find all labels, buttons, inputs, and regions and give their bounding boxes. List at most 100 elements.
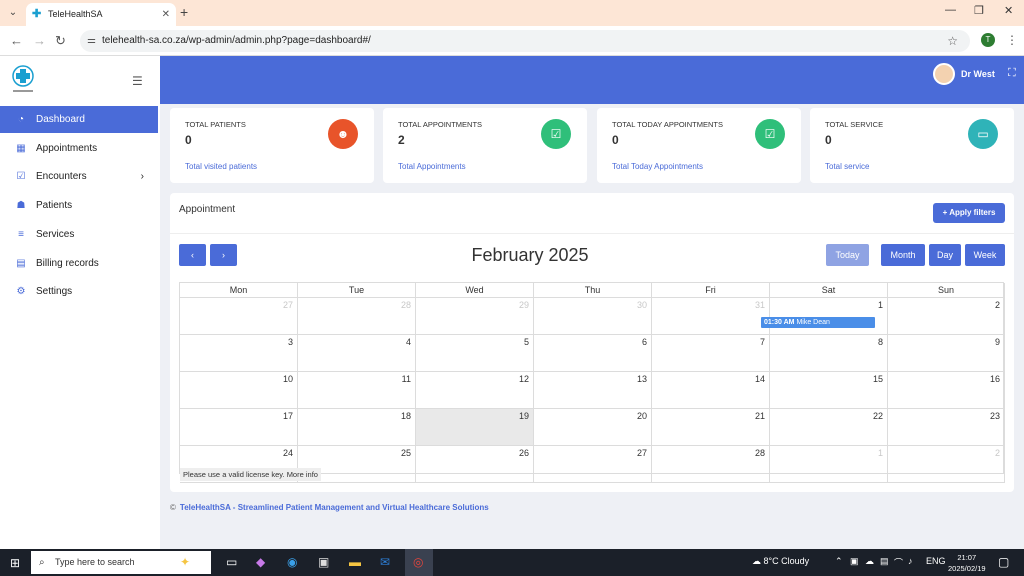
calendar-day-cell[interactable]: 19	[416, 409, 534, 446]
sidebar-item-dashboard[interactable]: ◔ Dashboard	[0, 106, 158, 133]
user-avatar[interactable]	[933, 63, 955, 85]
weekday-header: Fri	[652, 283, 770, 298]
calendar-day-cell[interactable]: 10	[180, 372, 298, 409]
calendar-day-cell[interactable]: 5	[416, 335, 534, 372]
close-window-icon[interactable]: ✕	[1004, 4, 1013, 17]
event-time: 01:30 AM	[764, 319, 795, 326]
view-day-button[interactable]: Day	[929, 244, 961, 266]
calendar-day-cell[interactable]: 12	[416, 372, 534, 409]
calendar-day-cell[interactable]: 9	[888, 335, 1005, 372]
calendar-day-cell[interactable]: 3	[180, 335, 298, 372]
panel-title: Appointment	[179, 204, 236, 215]
calendar-day-cell[interactable]: 23	[888, 409, 1005, 446]
day-number: 15	[872, 374, 883, 384]
chrome-taskbar-button[interactable]: ◎	[405, 549, 433, 576]
profile-avatar[interactable]: T	[981, 33, 995, 47]
site-info-icon[interactable]: ⚌	[87, 30, 96, 52]
next-month-button[interactable]: ›	[210, 244, 237, 266]
stat-card: TOTAL TODAY APPOINTMENTS 0 Total Today A…	[597, 108, 801, 183]
calendar-day-cell[interactable]: 7	[652, 335, 770, 372]
tab-search-icon[interactable]: ⌄	[6, 6, 20, 20]
day-number: 7	[759, 337, 765, 347]
onedrive-icon[interactable]: ☁	[865, 556, 874, 567]
calendar-day-cell[interactable]: 26	[416, 446, 534, 483]
new-tab-icon[interactable]: +	[180, 4, 188, 20]
view-month-button[interactable]: Month	[881, 244, 925, 266]
sidebar-item-patients[interactable]: ☗ Patients	[0, 192, 158, 219]
url-field[interactable]: ⚌ telehealth-sa.co.za/wp-admin/admin.php…	[80, 30, 970, 52]
sidebar-item-services[interactable]: ≡ Services	[0, 221, 158, 248]
calendar-day-cell[interactable]: 2	[888, 446, 1005, 483]
calendar-day-cell[interactable]: 14	[652, 372, 770, 409]
store-icon[interactable]: ▣	[318, 555, 329, 569]
taskbar-clock[interactable]: 21:07 2025/02/19	[948, 552, 986, 574]
more-info-link[interactable]: More info	[287, 470, 318, 479]
copilot-app-icon[interactable]: ◆	[256, 555, 265, 569]
bookmark-star-icon[interactable]: ☆	[947, 30, 958, 52]
forward-icon[interactable]: →	[33, 33, 46, 48]
language-indicator[interactable]: ENG	[926, 556, 946, 566]
card-subtitle: Total service	[825, 162, 870, 171]
minimize-icon[interactable]: —	[945, 4, 956, 16]
prev-month-button[interactable]: ‹	[179, 244, 206, 266]
calendar-day-cell[interactable]: 11	[298, 372, 416, 409]
volume-icon[interactable]: ♪	[908, 556, 913, 566]
calendar-day-cell[interactable]: 13	[534, 372, 652, 409]
calendar-event[interactable]: 01:30 AM Mike Dean	[761, 317, 875, 328]
calendar-day-cell[interactable]: 17	[180, 409, 298, 446]
calendar-day-cell[interactable]: 31	[652, 298, 770, 335]
divider	[170, 233, 1014, 234]
restore-icon[interactable]: ❐	[974, 4, 984, 17]
calendar-day-cell[interactable]: 16	[888, 372, 1005, 409]
outlook-icon[interactable]: ✉	[380, 555, 390, 569]
apply-filters-label: Apply filters	[949, 208, 996, 217]
tray-app-icon[interactable]: ▣	[850, 556, 859, 567]
fullscreen-icon[interactable]: ⛶	[1008, 67, 1016, 80]
calendar-day-cell[interactable]: 30	[534, 298, 652, 335]
task-view-icon[interactable]: ▭	[226, 555, 237, 569]
sidebar-toggle-icon[interactable]: ☰	[132, 74, 143, 88]
user-name[interactable]: Dr West	[961, 69, 995, 79]
browser-tab[interactable]: ✚ TeleHealthSA ✕	[26, 3, 176, 26]
calendar-day-cell[interactable]: 27	[534, 446, 652, 483]
calendar-day-cell[interactable]: 4	[298, 335, 416, 372]
weather-widget[interactable]: ☁ 8°C Cloudy	[752, 556, 809, 567]
calendar-day-cell[interactable]: 6	[534, 335, 652, 372]
sidebar-item-appointments[interactable]: ▦ Appointments	[0, 135, 158, 162]
clock-time: 21:07	[957, 553, 977, 562]
calendar-day-cell[interactable]: 18	[298, 409, 416, 446]
day-number: 17	[282, 411, 293, 421]
calendar-day-cell[interactable]: 27	[180, 298, 298, 335]
today-button[interactable]: Today	[826, 244, 869, 266]
calendar-day-cell[interactable]: 8	[770, 335, 888, 372]
calendar-day-cell[interactable]: 15	[770, 372, 888, 409]
notifications-icon[interactable]: ▢	[998, 555, 1009, 569]
network-icon[interactable]: ▤	[880, 556, 889, 567]
reload-icon[interactable]: ↻	[55, 33, 66, 49]
calendar-day-cell[interactable]: 28	[298, 298, 416, 335]
sidebar-item-encounters[interactable]: ☑ Encounters ›	[0, 163, 158, 190]
card-title: TOTAL SERVICE	[825, 120, 884, 129]
view-week-button[interactable]: Week	[965, 244, 1005, 266]
wifi-icon[interactable]: ⌒	[894, 556, 903, 569]
calendar-day-cell[interactable]: 2	[888, 298, 1005, 335]
search-icon: ⌕	[39, 557, 45, 568]
browser-menu-icon[interactable]: ⋮	[1006, 33, 1018, 47]
tray-chevron-icon[interactable]: ⌃	[835, 556, 843, 567]
calendar-day-cell[interactable]: 21	[652, 409, 770, 446]
sidebar-item-settings[interactable]: ⚙ Settings	[0, 278, 158, 305]
sidebar-item-billing-records[interactable]: ▤ Billing records	[0, 250, 158, 277]
calendar-day-cell[interactable]: 20	[534, 409, 652, 446]
calendar-day-cell[interactable]: 1	[770, 446, 888, 483]
back-icon[interactable]: ←	[10, 33, 23, 48]
edge-icon[interactable]: ◉	[287, 555, 297, 569]
calendar-day-cell[interactable]: 29	[416, 298, 534, 335]
day-number: 5	[523, 337, 529, 347]
file-explorer-icon[interactable]: ▬	[349, 555, 361, 569]
calendar-day-cell[interactable]: 22	[770, 409, 888, 446]
windows-start-icon[interactable]: ⊞	[10, 556, 20, 570]
apply-filters-button[interactable]: + Apply filters	[933, 203, 1005, 223]
copilot-sparkle-icon[interactable]: ✦	[180, 555, 190, 569]
calendar-day-cell[interactable]: 28	[652, 446, 770, 483]
close-tab-icon[interactable]: ✕	[162, 3, 170, 26]
